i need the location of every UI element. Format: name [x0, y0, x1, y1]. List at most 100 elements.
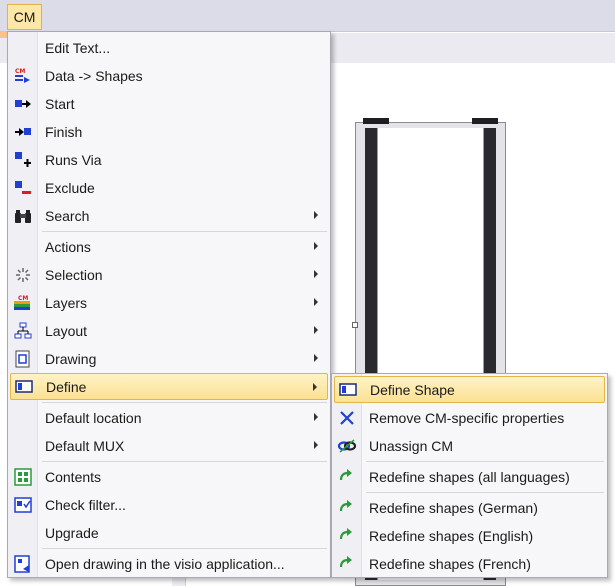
menu-item-label: Edit Text... — [45, 39, 111, 56]
menu-separator — [42, 548, 327, 549]
menu-bar: CM — [0, 0, 615, 32]
submenu-arrow-icon — [314, 326, 318, 334]
runs-via-icon — [10, 147, 36, 173]
menu-item-label: Define — [46, 378, 87, 395]
menu-item-label: Open drawing in the visio application... — [45, 555, 285, 572]
submenu-item-redefine-all[interactable]: Redefine shapes (all languages) — [334, 463, 605, 490]
menu-item-define[interactable]: Define — [10, 373, 328, 400]
blank-icon — [10, 234, 36, 260]
menu-item-label: Selection — [45, 266, 103, 283]
menu-item-exclude[interactable]: Exclude — [10, 174, 328, 201]
menu-item-label: Redefine shapes (German) — [369, 499, 538, 516]
submenu-item-redefine-german[interactable]: Redefine shapes (German) — [334, 494, 605, 521]
menu-item-label: Actions — [45, 238, 91, 255]
menu-item-search[interactable]: Search — [10, 202, 328, 229]
redefine-icon — [334, 523, 360, 549]
open-drawing-icon — [10, 551, 36, 577]
menu-item-label: Remove CM-specific properties — [369, 409, 565, 426]
rack-top-cap-left — [363, 118, 389, 124]
submenu-item-remove-properties[interactable]: Remove CM-specific properties — [334, 404, 605, 431]
blank-icon — [10, 520, 36, 546]
contents-icon — [10, 464, 36, 490]
submenu-item-unassign-cm[interactable]: Unassign CM — [334, 432, 605, 459]
menu-item-finish[interactable]: Finish — [10, 118, 328, 145]
submenu-arrow-icon — [314, 354, 318, 362]
drawing-icon — [10, 346, 36, 372]
menu-separator — [42, 231, 327, 232]
cm-menu-button[interactable]: CM — [7, 4, 42, 30]
menu-item-label: Search — [45, 207, 90, 224]
menu-item-label: Data -> Shapes — [45, 67, 143, 84]
submenu-item-define-shape[interactable]: Define Shape — [334, 376, 605, 403]
menu-item-label: Exclude — [45, 179, 95, 196]
cm-dropdown-menu: Edit Text... CM Data -> Shapes Start Fin… — [7, 31, 331, 578]
menu-item-label: Redefine shapes (all languages) — [369, 468, 570, 485]
menu-item-label: Layers — [45, 294, 88, 311]
finish-icon — [10, 119, 36, 145]
svg-text:CM: CM — [18, 295, 28, 302]
menu-item-layers[interactable]: CM Layers — [10, 289, 328, 316]
submenu-arrow-icon — [314, 298, 318, 306]
submenu-arrow-icon — [313, 383, 317, 391]
menu-item-contents[interactable]: Contents — [10, 463, 328, 490]
menu-item-check-filter[interactable]: Check filter... — [10, 491, 328, 518]
selection-handle[interactable] — [352, 322, 358, 328]
menu-item-drawing[interactable]: Drawing — [10, 345, 328, 372]
submenu-arrow-icon — [314, 270, 318, 278]
menu-item-edit-text[interactable]: Edit Text... — [10, 34, 328, 61]
define-submenu: Define Shape Remove CM-specific properti… — [331, 373, 608, 578]
submenu-item-redefine-english[interactable]: Redefine shapes (English) — [334, 522, 605, 549]
remove-x-icon — [334, 405, 360, 431]
menu-item-upgrade[interactable]: Upgrade — [10, 519, 328, 546]
submenu-arrow-icon — [314, 242, 318, 250]
menu-item-label: Runs Via — [45, 151, 102, 168]
redefine-icon — [334, 464, 360, 490]
menu-item-default-location[interactable]: Default location — [10, 404, 328, 431]
menu-separator — [42, 402, 327, 403]
menu-separator — [366, 492, 604, 493]
cm-menu-label: CM — [13, 9, 36, 25]
submenu-arrow-icon — [314, 413, 318, 421]
unassign-icon — [334, 433, 360, 459]
start-icon — [10, 91, 36, 117]
menu-item-label: Unassign CM — [369, 437, 454, 454]
svg-text:CM: CM — [15, 68, 25, 75]
layout-icon — [10, 318, 36, 344]
menu-item-default-mux[interactable]: Default MUX — [10, 432, 328, 459]
blank-icon — [10, 405, 36, 431]
blank-icon — [10, 35, 36, 61]
menu-item-label: Contents — [45, 468, 102, 485]
menu-item-label: Redefine shapes (French) — [369, 555, 531, 572]
define-shape-icon — [335, 377, 361, 403]
menu-item-label: Define Shape — [370, 381, 455, 398]
menu-separator — [42, 461, 327, 462]
menu-item-selection[interactable]: Selection — [10, 261, 328, 288]
submenu-item-redefine-french[interactable]: Redefine shapes (French) — [334, 550, 605, 577]
exclude-icon — [10, 175, 36, 201]
menu-item-layout[interactable]: Layout — [10, 317, 328, 344]
menu-separator — [366, 461, 604, 462]
define-icon — [11, 374, 37, 400]
selection-icon — [10, 262, 36, 288]
check-filter-icon — [10, 492, 36, 518]
menu-item-data-shapes[interactable]: CM Data -> Shapes — [10, 62, 328, 89]
menu-item-label: Redefine shapes (English) — [369, 527, 534, 544]
redefine-icon — [334, 495, 360, 521]
menu-item-label: Drawing — [45, 350, 97, 367]
cm-layers-icon: CM — [10, 290, 36, 316]
submenu-arrow-icon — [314, 441, 318, 449]
menu-item-label: Default location — [45, 409, 142, 426]
menu-item-runs-via[interactable]: Runs Via — [10, 146, 328, 173]
rack-top-cap-right — [472, 118, 498, 124]
menu-item-label: Start — [45, 95, 75, 112]
menu-item-open-drawing[interactable]: Open drawing in the visio application... — [10, 550, 328, 577]
redefine-icon — [334, 551, 360, 577]
menu-item-start[interactable]: Start — [10, 90, 328, 117]
menu-item-label: Check filter... — [45, 496, 126, 513]
menu-item-actions[interactable]: Actions — [10, 233, 328, 260]
menu-item-label: Upgrade — [45, 524, 99, 541]
menu-item-label: Layout — [45, 322, 88, 339]
menu-item-label: Finish — [45, 123, 83, 140]
menu-item-label: Default MUX — [45, 437, 125, 454]
blank-icon — [10, 433, 36, 459]
